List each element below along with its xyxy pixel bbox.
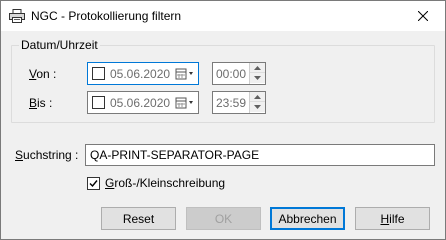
chevron-down-icon (254, 76, 261, 80)
chevron-up-icon (254, 65, 261, 70)
datetime-group-label: Datum/Uhrzeit (19, 38, 100, 52)
to-time-picker[interactable]: 23:59 (212, 91, 266, 114)
title-bar: NGC - Protokollierung filtern (1, 1, 445, 31)
spin-down-button[interactable] (250, 73, 265, 83)
from-date-picker[interactable]: 05.06.2020 (87, 62, 199, 85)
from-date-value: 05.06.2020 (110, 67, 171, 81)
calendar-dropdown-icon[interactable] (174, 95, 196, 111)
to-date-checkbox[interactable] (92, 96, 105, 109)
to-date-picker[interactable]: 05.06.2020 (87, 91, 199, 114)
to-label-accesskey: B (29, 96, 38, 110)
close-icon (418, 11, 428, 21)
search-input-value: QA-PRINT-SEPARATOR-PAGE (90, 148, 260, 162)
spin-down-button[interactable] (250, 102, 265, 112)
chevron-up-icon (254, 94, 261, 99)
case-sensitive-accesskey: G (105, 176, 115, 190)
from-time-picker[interactable]: 00:00 (212, 62, 266, 85)
to-label: Bis : (29, 96, 52, 110)
from-label-text: on : (36, 67, 57, 81)
printer-icon (9, 9, 25, 23)
search-label-accesskey: S (15, 148, 24, 162)
to-time-value: 23:59 (216, 96, 247, 110)
case-sensitive-checkbox[interactable] (87, 177, 100, 190)
close-button[interactable] (401, 1, 445, 31)
spin-up-button[interactable] (250, 92, 265, 102)
search-label: Suchstring : (15, 148, 78, 162)
chevron-down-icon (254, 105, 261, 109)
from-date-checkbox[interactable] (92, 67, 105, 80)
ok-button[interactable]: OK (186, 207, 261, 230)
search-input[interactable]: QA-PRINT-SEPARATOR-PAGE (85, 144, 435, 166)
window-title: NGC - Protokollierung filtern (31, 9, 182, 23)
help-accesskey: H (380, 211, 390, 226)
dialog-window: NGC - Protokollierung filtern Datum/Uhrz… (0, 0, 446, 240)
case-sensitive-label[interactable]: Groß-/Kleinschreibung (105, 176, 225, 190)
to-time-spinner[interactable] (249, 92, 265, 113)
to-date-value: 05.06.2020 (110, 96, 171, 110)
from-time-spinner[interactable] (249, 63, 265, 84)
reset-button[interactable]: Reset (101, 207, 176, 230)
cancel-button[interactable]: Abbrechen (270, 207, 345, 230)
spin-up-button[interactable] (250, 63, 265, 73)
to-label-text: is : (37, 96, 53, 110)
from-time-value: 00:00 (216, 67, 247, 81)
search-label-text: uchstring : (23, 148, 79, 162)
checkmark-icon (89, 180, 98, 188)
from-label: Von : (29, 67, 56, 81)
case-sensitive-text: roß-/Kleinschreibung (114, 176, 226, 190)
calendar-dropdown-icon[interactable] (174, 66, 196, 82)
help-button[interactable]: Hilfe (355, 207, 430, 230)
help-text: ilfe (389, 211, 405, 226)
